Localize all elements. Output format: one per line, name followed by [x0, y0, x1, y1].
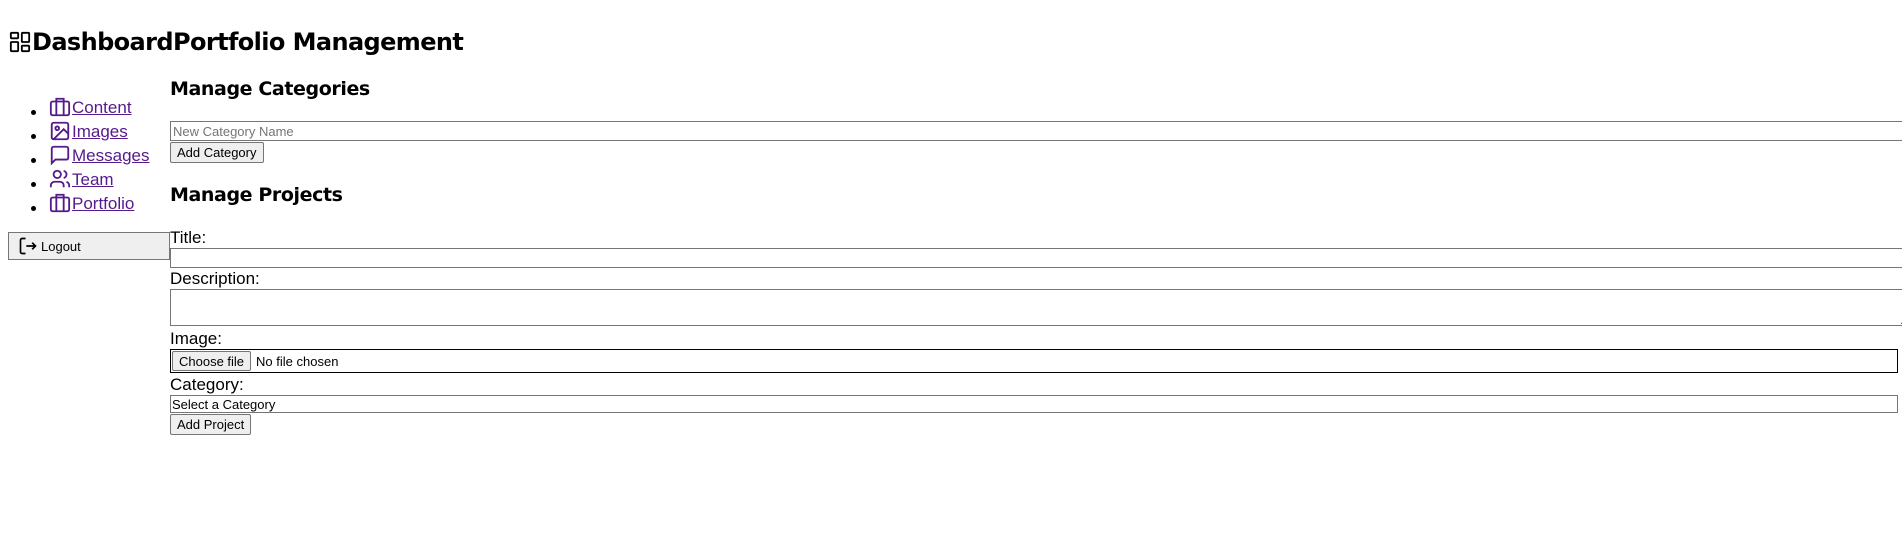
logout-button[interactable]: Logout [8, 232, 170, 260]
sidebar-link-images[interactable]: Images [48, 120, 128, 142]
sidebar-link-messages[interactable]: Messages [48, 144, 149, 166]
sidebar: Content Images Messages Team Portfol [0, 96, 170, 260]
file-status: No file chosen [256, 353, 339, 369]
sidebar-link-portfolio[interactable]: Portfolio [48, 192, 134, 214]
page-header: DashboardPortfolio Management [9, 26, 464, 58]
sidebar-link-team[interactable]: Team [48, 168, 114, 190]
image-file-input[interactable]: Choose file No file chosen [170, 349, 1898, 373]
sidebar-item-messages: Messages [48, 144, 170, 168]
project-title-input[interactable] [170, 248, 1902, 268]
categories-heading: Manage Categories [170, 78, 370, 100]
sidebar-item-label: Content [72, 98, 132, 117]
sidebar-item-portfolio: Portfolio [48, 192, 170, 216]
category-select[interactable]: Select a Category [170, 395, 1898, 413]
users-icon [49, 169, 71, 188]
sidebar-item-images: Images [48, 120, 170, 144]
page-title: DashboardPortfolio Management [32, 28, 464, 56]
sidebar-item-label: Team [72, 170, 114, 189]
sidebar-item-label: Portfolio [72, 194, 135, 213]
projects-heading: Manage Projects [170, 184, 343, 206]
sidebar-item-label: Messages [72, 146, 150, 165]
briefcase-icon [49, 97, 71, 117]
category-label: Category: [170, 375, 244, 394]
title-label: Title: [170, 228, 207, 247]
sidebar-link-content[interactable]: Content [48, 96, 132, 118]
image-icon [50, 121, 70, 141]
dashboard-grid-icon [9, 31, 31, 53]
image-label: Image: [170, 329, 222, 348]
add-category-button[interactable]: Add Category [170, 142, 264, 163]
category-name-input[interactable] [170, 121, 1902, 141]
sidebar-item-content: Content [48, 96, 170, 120]
logout-label: Logout [41, 238, 81, 254]
choose-file-button[interactable]: Choose file [172, 351, 252, 371]
briefcase-icon [49, 193, 71, 213]
sidebar-item-label: Images [72, 122, 128, 141]
main-content: Manage Categories Add Category Manage Pr… [170, 78, 1902, 435]
sidebar-nav: Content Images Messages Team Portfol [0, 96, 170, 216]
sidebar-item-team: Team [48, 168, 170, 192]
description-label: Description: [170, 269, 260, 288]
add-project-button[interactable]: Add Project [170, 414, 252, 435]
message-icon [50, 145, 70, 166]
logout-icon [19, 237, 37, 255]
category-select-value: Select a Category [172, 396, 276, 412]
project-description-input[interactable] [170, 289, 1902, 326]
